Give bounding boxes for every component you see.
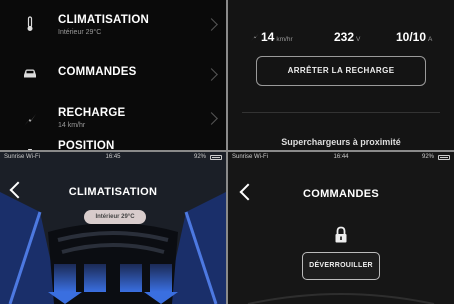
menu-item-position[interactable]: POSITION (0, 140, 226, 150)
screen-title: CLIMATISATION (68, 186, 158, 198)
commands-screen: Sunrise Wi-Fi 16:44 92% COMMANDES DÉVERR… (228, 152, 454, 304)
charging-panel: 14 km/hr 232 V 10/10 A ARRÊTER LA RECHARGE … (228, 0, 454, 150)
charging-bolt-icon (24, 114, 36, 126)
lock-icon (335, 226, 347, 243)
battery-icon (438, 155, 450, 160)
charge-voltage: 232 V (334, 30, 361, 44)
chevron-right-icon (205, 18, 218, 31)
superchargers-heading: Superchargeurs à proximité (281, 137, 401, 147)
menu-item-title: CLIMATISATION (58, 14, 149, 26)
collage-divider-horizontal (0, 150, 454, 152)
charge-current: 10/10 A (396, 30, 433, 44)
status-time: 16:44 (333, 154, 349, 160)
menu-item-subtitle: Intérieur 29°C (58, 29, 102, 36)
car-icon (24, 69, 36, 78)
collage-divider-vertical (226, 0, 228, 304)
screen-title: COMMANDES (302, 188, 380, 200)
battery-icon (210, 155, 222, 160)
climate-screen: Sunrise Wi-Fi 16:45 92% CLIMATISATION In… (0, 152, 226, 304)
menu-item-title: COMMANDES (58, 66, 137, 78)
thermometer-icon (27, 16, 33, 31)
menu-item-recharge[interactable]: RECHARGE 14 km/hr (0, 98, 226, 136)
menu-item-commandes[interactable]: COMMANDES (0, 54, 226, 92)
menu-item-climatisation[interactable]: CLIMATISATION Intérieur 29°C (0, 4, 226, 42)
menu-item-title: RECHARGE (58, 107, 126, 119)
menu-item-title: POSITION (58, 140, 115, 150)
battery-percent: 92% (421, 154, 434, 160)
chevron-right-icon (205, 112, 218, 125)
charging-bolt-icon (251, 33, 259, 41)
battery-percent: 92% (193, 154, 206, 160)
main-menu-panel: CLIMATISATION Intérieur 29°C COMMANDES R… (0, 0, 226, 150)
chevron-right-icon (205, 68, 218, 81)
status-bar: Sunrise Wi-Fi 16:44 92% (228, 152, 454, 164)
status-bar: Sunrise Wi-Fi 16:45 92% (0, 152, 226, 164)
car-interior-illustration (0, 152, 226, 304)
car-silhouette (247, 293, 435, 304)
charge-rate: 14 km/hr (261, 30, 293, 44)
menu-item-subtitle: 14 km/hr (58, 122, 86, 129)
divider (242, 112, 440, 113)
stop-charging-button[interactable]: ARRÊTER LA RECHARGE (256, 56, 426, 86)
status-time: 16:45 (105, 154, 121, 160)
unlock-button[interactable]: DÉVERROUILLER (302, 252, 380, 280)
interior-temp-pill: Intérieur 29°C (84, 210, 146, 224)
app-screens-collage: CLIMATISATION Intérieur 29°C COMMANDES R… (0, 0, 454, 304)
